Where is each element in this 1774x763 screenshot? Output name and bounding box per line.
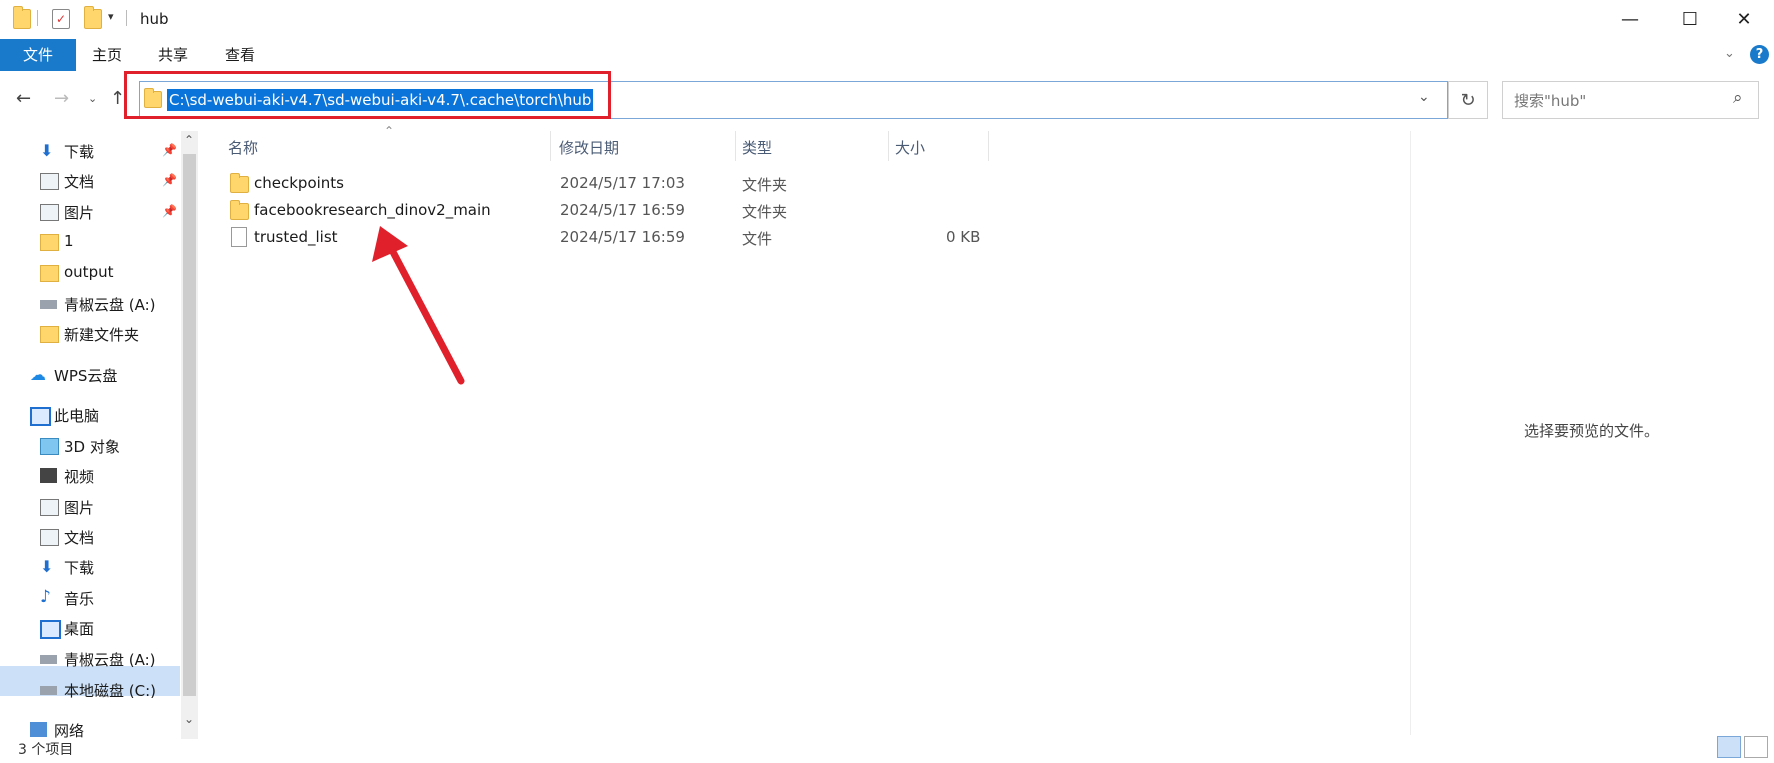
preview-message: 选择要预览的文件。: [1524, 422, 1660, 440]
annotation-arrow: [372, 226, 465, 385]
large-icons-view-icon[interactable]: [1744, 736, 1768, 758]
status-item-count: 3 个项目: [18, 742, 74, 758]
preview-divider[interactable]: [1410, 131, 1411, 735]
details-view-icon[interactable]: [1717, 736, 1741, 758]
